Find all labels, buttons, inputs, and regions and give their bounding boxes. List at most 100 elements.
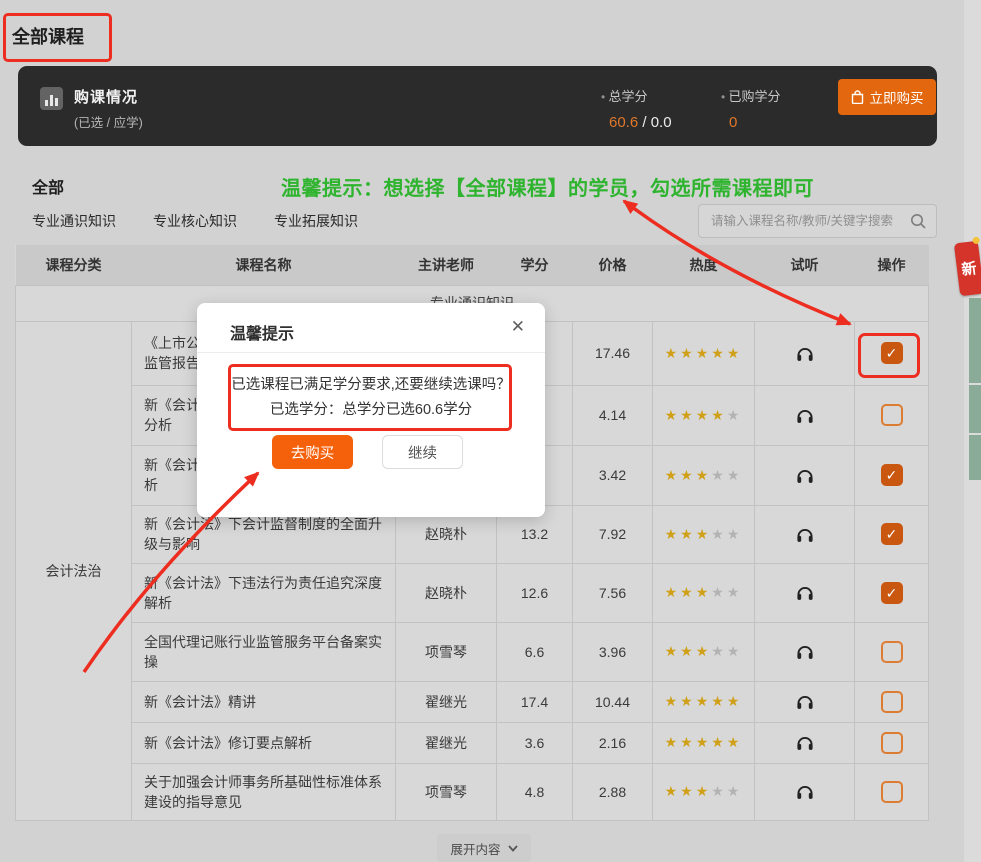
new-ribbon-badge[interactable]: 新 xyxy=(954,241,981,297)
purchase-status-bar: 购课情况 (已选 / 应学) 总学分 60.6 / 0.0 已购学分 0 立即购… xyxy=(18,66,937,146)
course-checkbox[interactable]: ✓ xyxy=(881,732,903,754)
course-name: 关于加强会计师事务所基础性标准体系建设的指导意见 xyxy=(132,763,396,820)
total-credits-suffix: / 0.0 xyxy=(638,114,671,131)
shopping-bag-icon xyxy=(851,90,864,104)
side-menu-block[interactable] xyxy=(969,298,981,383)
total-credits-stat: 总学分 60.6 / 0.0 xyxy=(601,86,672,131)
course-teacher: 赵晓朴 xyxy=(396,563,497,622)
reminder-modal: 温馨提示 ✕ 已选课程已满足学分要求,还要继续选课吗？ 已选学分：总学分已选60… xyxy=(197,303,545,517)
course-credit: 4.8 xyxy=(497,763,573,820)
headphone-icon[interactable] xyxy=(795,782,815,801)
course-checkbox[interactable]: ✓ xyxy=(881,781,903,803)
modal-message-line2: 已选学分：总学分已选60.6学分 xyxy=(197,398,545,423)
course-price: 10.44 xyxy=(573,681,653,722)
course-checkbox[interactable]: ✓ xyxy=(881,641,903,663)
course-checkbox[interactable]: ✓ xyxy=(881,404,903,426)
modal-title: 温馨提示 xyxy=(230,320,294,344)
rating-stars: ★★★★★ xyxy=(665,734,743,750)
col-header-trial: 试听 xyxy=(755,245,855,285)
course-price: 2.16 xyxy=(573,722,653,763)
course-credit: 6.6 xyxy=(497,622,573,681)
course-teacher: 翟继光 xyxy=(396,722,497,763)
col-header-credit: 学分 xyxy=(497,245,573,285)
course-credit: 17.4 xyxy=(497,681,573,722)
continue-button[interactable]: 继续 xyxy=(382,435,463,469)
course-price: 7.56 xyxy=(573,563,653,622)
buy-now-button[interactable]: 立即购买 xyxy=(838,79,936,115)
col-header-action: 操作 xyxy=(855,245,929,285)
course-checkbox[interactable]: ✓ xyxy=(881,523,903,545)
tab-extended-knowledge[interactable]: 专业拓展知识 xyxy=(274,211,358,231)
search-input[interactable] xyxy=(699,214,909,228)
course-price: 3.42 xyxy=(573,445,653,505)
col-header-price: 价格 xyxy=(573,245,653,285)
rating-stars: ★★★★★ xyxy=(665,467,743,483)
category-tabs: 专业通识知识 专业核心知识 专业拓展知识 xyxy=(32,211,358,231)
purchased-credits-value: 0 xyxy=(729,114,737,131)
table-row: 新《会计法》修订要点解析 翟继光 3.6 2.16 ★★★★★ ✓ xyxy=(16,722,929,763)
headphone-icon[interactable] xyxy=(795,692,815,711)
course-price: 4.14 xyxy=(573,385,653,445)
close-icon[interactable]: ✕ xyxy=(511,317,525,337)
headphone-icon[interactable] xyxy=(795,406,815,425)
course-name: 全国代理记账行业监管服务平台备案实操 xyxy=(132,622,396,681)
course-credit: 12.6 xyxy=(497,563,573,622)
course-name: 新《会计法》修订要点解析 xyxy=(132,722,396,763)
headphone-icon[interactable] xyxy=(795,525,815,544)
rating-stars: ★★★★★ xyxy=(665,643,743,659)
search-box xyxy=(698,204,937,238)
headphone-icon[interactable] xyxy=(795,466,815,485)
course-credit: 3.6 xyxy=(497,722,573,763)
course-price: 17.46 xyxy=(573,321,653,385)
table-row: 新《会计法》精讲 翟继光 17.4 10.44 ★★★★★ ✓ xyxy=(16,681,929,722)
modal-message: 已选课程已满足学分要求,还要继续选课吗？ 已选学分：总学分已选60.6学分 xyxy=(197,373,545,423)
headphone-icon[interactable] xyxy=(795,642,815,661)
modal-message-line1: 已选课程已满足学分要求,还要继续选课吗？ xyxy=(197,373,545,398)
tip-text: 温馨提示：想选择【全部课程】的学员，勾选所需课程即可 xyxy=(281,172,814,201)
course-checkbox[interactable]: ✓ xyxy=(881,464,903,486)
course-checkbox[interactable]: ✓ xyxy=(881,691,903,713)
category-cell: 会计法治 xyxy=(16,321,132,820)
course-name: 新《会计法》精讲 xyxy=(132,681,396,722)
course-checkbox[interactable]: ✓ xyxy=(881,582,903,604)
col-header-name: 课程名称 xyxy=(132,245,396,285)
table-row: 关于加强会计师事务所基础性标准体系建设的指导意见 项雪琴 4.8 2.88 ★★… xyxy=(16,763,929,820)
col-header-teacher: 主讲老师 xyxy=(396,245,497,285)
course-name: 新《会计法》下违法行为责任追究深度解析 xyxy=(132,563,396,622)
rating-stars: ★★★★★ xyxy=(665,783,743,799)
course-teacher: 项雪琴 xyxy=(396,622,497,681)
purchase-bar-subtitle: (已选 / 应学) xyxy=(74,112,143,131)
headphone-icon[interactable] xyxy=(795,344,815,363)
rating-stars: ★★★★★ xyxy=(665,345,743,361)
page-title: 全部课程 xyxy=(12,23,84,49)
all-section-label: 全部 xyxy=(32,174,64,198)
course-checkbox[interactable]: ✓ xyxy=(881,342,903,364)
headphone-icon[interactable] xyxy=(795,583,815,602)
course-price: 7.92 xyxy=(573,505,653,563)
col-header-category: 课程分类 xyxy=(16,245,132,285)
search-icon[interactable] xyxy=(909,212,927,230)
course-teacher: 翟继光 xyxy=(396,681,497,722)
table-row: 全国代理记账行业监管服务平台备案实操 项雪琴 6.6 3.96 ★★★★★ ✓ xyxy=(16,622,929,681)
side-menu-block[interactable] xyxy=(969,385,981,433)
tab-general-knowledge[interactable]: 专业通识知识 xyxy=(32,211,116,231)
go-purchase-button[interactable]: 去购买 xyxy=(272,435,353,469)
bar-chart-icon xyxy=(40,87,63,110)
course-price: 2.88 xyxy=(573,763,653,820)
course-teacher: 项雪琴 xyxy=(396,763,497,820)
side-menu-block[interactable] xyxy=(969,435,981,480)
expand-content-button[interactable]: 展开内容 xyxy=(437,834,531,862)
col-header-popularity: 热度 xyxy=(653,245,755,285)
rating-stars: ★★★★★ xyxy=(665,407,743,423)
tab-core-knowledge[interactable]: 专业核心知识 xyxy=(153,211,237,231)
purchased-credits-stat: 已购学分 0 xyxy=(721,86,781,131)
rating-stars: ★★★★★ xyxy=(665,526,743,542)
purchase-bar-title: 购课情况 xyxy=(74,86,143,107)
modal-divider xyxy=(197,352,545,353)
table-row: 新《会计法》下违法行为责任追究深度解析 赵晓朴 12.6 7.56 ★★★★★ … xyxy=(16,563,929,622)
total-credits-value: 60.6 xyxy=(609,114,638,131)
rating-stars: ★★★★★ xyxy=(665,584,743,600)
chevron-down-icon xyxy=(508,845,518,852)
table-header-row: 课程分类 课程名称 主讲老师 学分 价格 热度 试听 操作 xyxy=(16,245,929,285)
headphone-icon[interactable] xyxy=(795,733,815,752)
